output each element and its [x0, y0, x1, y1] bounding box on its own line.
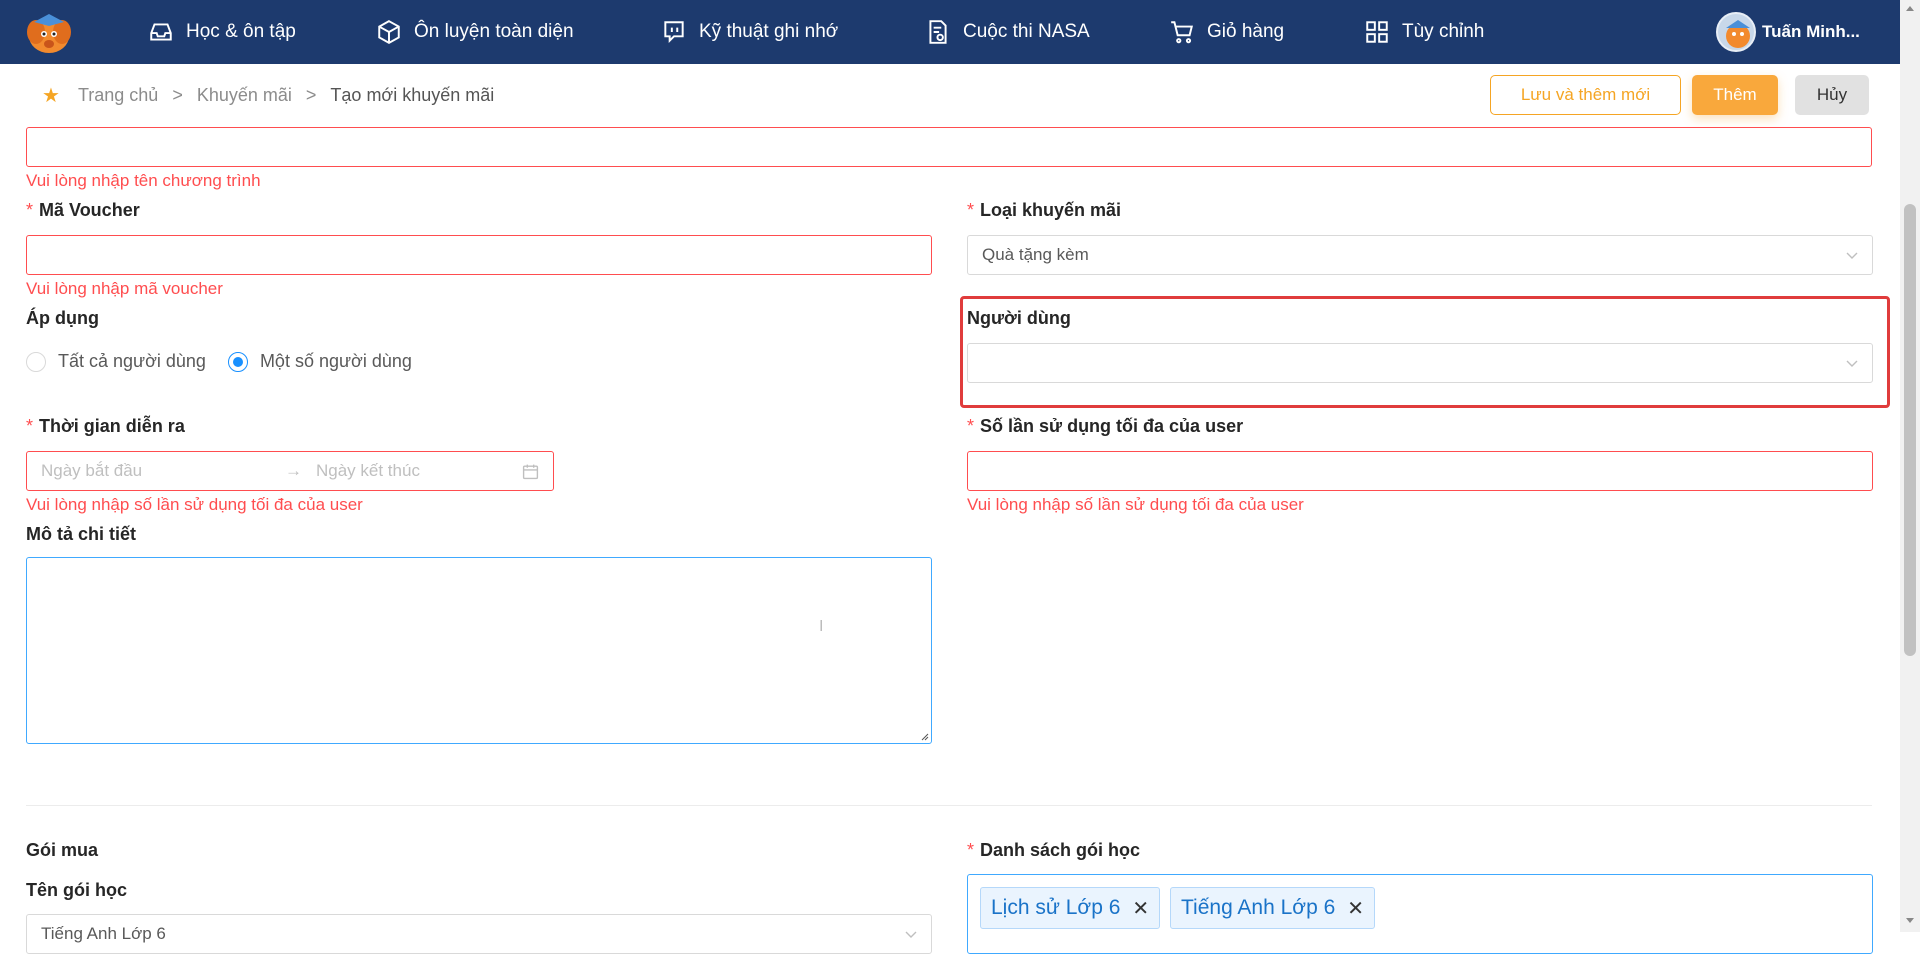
package-name-select[interactable]: Tiếng Anh Lớp 6 — [26, 914, 932, 954]
text-cursor-icon: I — [819, 618, 824, 635]
top-nav-bar: Học & ôn tập Ôn luyện toàn diện Kỹ thuật… — [0, 0, 1900, 64]
user-menu[interactable]: Tuấn Minh... — [1716, 11, 1860, 53]
range-arrow-icon: → — [285, 461, 302, 480]
scroll-down-arrow-icon[interactable] — [1906, 918, 1914, 923]
chat-icon — [664, 21, 684, 44]
breadcrumb-home[interactable]: Trang chủ — [78, 85, 158, 106]
avatar — [1716, 12, 1756, 52]
description-label: Mô tả chi tiết — [26, 524, 137, 544]
nav-item-practice[interactable]: Ôn luyện toàn diện — [376, 0, 574, 64]
voucher-label-text: Mã Voucher — [39, 200, 140, 220]
voucher-input[interactable] — [26, 235, 932, 275]
nav-item-customize[interactable]: Tùy chỉnh — [1364, 0, 1484, 64]
end-date-input[interactable]: Ngày kết thúc — [316, 461, 516, 481]
breadcrumb-separator: > — [172, 84, 183, 105]
breadcrumb-section[interactable]: Khuyến mãi — [197, 85, 292, 106]
chevron-down-icon — [1846, 360, 1858, 367]
course-list-label-text: Danh sách gói học — [980, 840, 1141, 860]
star-icon: ★ — [42, 84, 60, 107]
breadcrumb-separator: > — [305, 84, 317, 105]
app-logo[interactable] — [24, 12, 74, 54]
resize-handle-icon[interactable] — [919, 731, 929, 741]
start-date-input[interactable]: Ngày bắt đầu — [41, 461, 281, 481]
scroll-thumb[interactable] — [1904, 204, 1916, 656]
add-button[interactable]: Thêm — [1692, 75, 1778, 115]
promo-type-value: Quà tặng kèm — [982, 245, 1089, 264]
radio-some-users[interactable] — [227, 351, 248, 372]
package-name-label: Tên gói học — [26, 880, 127, 900]
package-section-label: Gói mua — [26, 840, 99, 860]
nav-item-label: Học & ôn tập — [186, 21, 296, 42]
chevron-down-icon — [905, 931, 917, 938]
course-tag-label: Lịch sử Lớp 6 — [991, 896, 1121, 919]
chevron-down-icon — [1846, 252, 1858, 259]
promo-type-label-text: Loại khuyến mãi — [980, 200, 1122, 220]
radio-some-users-label[interactable]: Một số người dùng — [260, 351, 412, 372]
save-and-add-button[interactable]: Lưu và thêm mới — [1490, 75, 1681, 115]
nav-item-label: Tùy chỉnh — [1402, 21, 1485, 42]
nav-item-nasa-contest[interactable]: Cuộc thi NASA — [925, 0, 1090, 64]
radio-all-users-label[interactable]: Tất cả người dùng — [58, 351, 206, 372]
package-name-value: Tiếng Anh Lớp 6 — [41, 924, 166, 943]
program-name-error: Vui lòng nhập tên chương trình — [26, 171, 261, 190]
calendar-icon — [522, 464, 539, 480]
promo-type-select[interactable]: Quà tặng kèm — [967, 235, 1873, 275]
document-icon — [929, 20, 947, 44]
nav-item-label: Ôn luyện toàn diện — [414, 21, 574, 42]
nav-item-memory[interactable]: Kỹ thuật ghi nhớ — [661, 0, 838, 64]
section-divider — [26, 805, 1872, 806]
date-range-picker[interactable]: Ngày bắt đầu → Ngày kết thúc — [26, 451, 554, 491]
breadcrumb: ★ Trang chủ > Khuyến mãi > Tạo mới khuyế… — [42, 84, 495, 107]
cart-icon — [1171, 21, 1193, 44]
max-usage-label-text: Số lần sử dụng tối đa của user — [980, 416, 1244, 436]
scroll-up-arrow-icon[interactable] — [1906, 6, 1914, 11]
period-error: Vui lòng nhập số lần sử dụng tối đa của … — [26, 495, 363, 514]
description-textarea[interactable]: I — [26, 557, 932, 744]
nav-item-study[interactable]: Học & ôn tập — [148, 0, 296, 64]
apply-radio-group: Tất cả người dùng Một số người dùng — [26, 351, 412, 372]
users-select[interactable] — [967, 343, 1873, 383]
grid-icon — [1366, 21, 1388, 43]
apply-label: Áp dụng — [26, 308, 99, 328]
page-scrollbar[interactable] — [1900, 0, 1920, 932]
voucher-label: * Mã Voucher — [26, 200, 140, 220]
promo-type-label: * Loại khuyến mãi — [967, 200, 1122, 220]
course-list-label: * Danh sách gói học — [967, 840, 1141, 860]
course-tag-label: Tiếng Anh Lớp 6 — [1181, 896, 1336, 919]
close-icon[interactable]: ✕ — [1347, 896, 1364, 921]
radio-all-users[interactable] — [26, 351, 46, 372]
user-name: Tuấn Minh... — [1762, 22, 1860, 41]
course-list-select[interactable]: Lịch sử Lớp 6 ✕ Tiếng Anh Lớp 6 ✕ — [967, 874, 1873, 954]
voucher-error: Vui lòng nhập mã voucher — [26, 279, 223, 298]
period-label: * Thời gian diễn ra — [26, 416, 185, 436]
cancel-button[interactable]: Hủy — [1795, 75, 1869, 115]
program-name-input[interactable] — [26, 127, 1872, 167]
cube-icon — [378, 20, 400, 44]
close-icon[interactable]: ✕ — [1132, 896, 1149, 921]
course-tag: Lịch sử Lớp 6 ✕ — [980, 887, 1161, 929]
nav-item-cart[interactable]: Giỏ hàng — [1169, 0, 1284, 64]
nav-item-label: Giỏ hàng — [1207, 21, 1285, 42]
users-label: Người dùng — [967, 308, 1071, 328]
max-usage-label: * Số lần sử dụng tối đa của user — [967, 416, 1244, 436]
course-tag: Tiếng Anh Lớp 6 ✕ — [1170, 887, 1376, 929]
nav-item-label: Cuộc thi NASA — [963, 21, 1090, 42]
breadcrumb-current: Tạo mới khuyến mãi — [330, 84, 495, 105]
max-usage-error: Vui lòng nhập số lần sử dụng tối đa của … — [967, 495, 1304, 514]
nav-item-label: Kỹ thuật ghi nhớ — [699, 21, 839, 42]
inbox-icon — [150, 23, 172, 41]
period-label-text: Thời gian diễn ra — [39, 416, 185, 436]
max-usage-input[interactable] — [967, 451, 1873, 491]
